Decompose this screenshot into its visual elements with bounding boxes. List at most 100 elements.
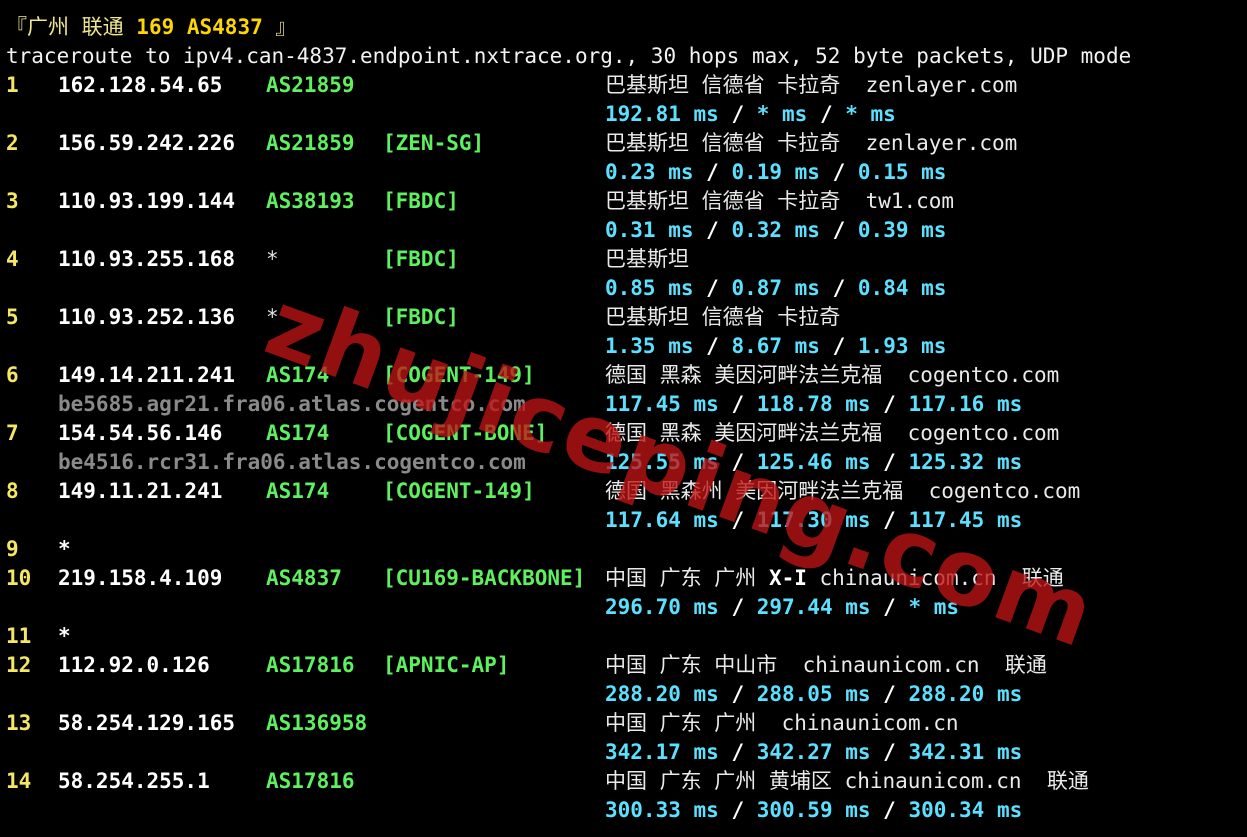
hop-number: 5 (6, 305, 19, 329)
rtt-separator: / (718, 740, 757, 764)
hop-ip: 58.254.129.165 (58, 711, 236, 735)
hop-asn: * (266, 247, 279, 271)
rtt-value: 8.67 ms (731, 334, 820, 358)
hop-number: 12 (6, 653, 32, 677)
rtt-value: 342.17 ms (605, 740, 719, 764)
rtt-value: 288.20 ms (908, 682, 1023, 706)
rtt-value: 0.32 ms (731, 218, 820, 242)
hop-ip: * (58, 537, 71, 561)
traceroute-command-line: traceroute to ipv4.can-4837.endpoint.nxt… (6, 44, 1132, 68)
rtt-value: 125.32 ms (908, 450, 1023, 474)
hop-ip: 154.54.56.146 (58, 421, 223, 445)
hop-number: 4 (6, 247, 19, 271)
rtt-separator: / (870, 682, 909, 706)
hop-asn: AS136958 (266, 711, 368, 735)
rtt-value: * ms (845, 102, 896, 126)
hop-rtt-values: 0.23 ms / 0.19 ms / 0.15 ms (605, 158, 946, 187)
rtt-value: 342.27 ms (756, 740, 871, 764)
hop-asn: AS17816 (266, 769, 355, 793)
hop-rtt-values: 0.31 ms / 0.32 ms / 0.39 ms (605, 216, 946, 245)
hop-netname-tag: [CU169-BACKBONE] (383, 566, 586, 590)
hop-geo-location: 中国 广东 广州 chinaunicom.cn (605, 709, 959, 738)
rtt-separator: / (693, 160, 732, 184)
rtt-separator: / (718, 392, 757, 416)
hop-ip: 110.93.199.144 (58, 189, 236, 213)
rtt-value: 0.23 ms (605, 160, 694, 184)
rtt-separator: / (693, 218, 732, 242)
hop-number: 13 (6, 711, 32, 735)
rtt-separator: / (693, 276, 732, 300)
hop-geo-location: 巴基斯坦 信德省 卡拉奇 zenlayer.com (605, 129, 1017, 158)
rtt-value: * ms (756, 102, 808, 126)
hop-geo-location: 巴基斯坦 (605, 245, 689, 274)
hop-netname-tag: [APNIC-AP] (383, 653, 510, 677)
rtt-value: 300.59 ms (756, 798, 871, 822)
hop-geo-location: 巴基斯坦 信德省 卡拉奇 tw1.com (605, 187, 954, 216)
rtt-separator: / (870, 392, 909, 416)
hop-rtt-values: 1.35 ms / 8.67 ms / 1.93 ms (605, 332, 946, 361)
hop-number: 9 (6, 537, 19, 561)
rtt-value: 0.85 ms (605, 276, 694, 300)
rtt-value: 118.78 ms (756, 392, 871, 416)
trace-title-prefix: 『广州 联通 (6, 15, 137, 39)
trace-title-suffix: 』 (262, 15, 297, 39)
rtt-separator: / (870, 450, 909, 474)
rtt-value: 0.87 ms (731, 276, 820, 300)
rtt-separator: / (807, 102, 846, 126)
hop-netname-tag: [ZEN-SG] (383, 131, 485, 155)
hop-asn: AS38193 (266, 189, 355, 213)
rtt-value: 300.33 ms (605, 798, 719, 822)
hop-netname-tag: [FBDC] (383, 247, 459, 271)
rtt-value: 288.20 ms (605, 682, 719, 706)
rtt-value: 0.19 ms (731, 160, 820, 184)
hop-rtt-values: 0.85 ms / 0.87 ms / 0.84 ms (605, 274, 946, 303)
hop-ip: * (58, 624, 71, 648)
hop-geo-location: 巴基斯坦 信德省 卡拉奇 zenlayer.com (605, 71, 1017, 100)
hop-geo-text: 巴基斯坦 信德省 卡拉奇 (605, 305, 841, 329)
rtt-value: 297.44 ms (756, 595, 871, 619)
rtt-value: 192.81 ms (605, 102, 719, 126)
hop-netname-tag: [COGENT-149] (383, 479, 535, 503)
hop-number: 2 (6, 131, 19, 155)
rtt-value: 342.31 ms (908, 740, 1023, 764)
rtt-separator: / (819, 276, 858, 300)
hop-geo-location: 中国 广东 中山市 chinaunicom.cn 联通 (605, 651, 1047, 680)
hop-asn: AS174 (266, 479, 330, 503)
hop-geo-text: 中国 广东 广州 chinaunicom.cn (605, 711, 959, 735)
hop-asn: AS17816 (266, 653, 355, 677)
rtt-separator: / (718, 595, 757, 619)
rtt-separator: / (870, 740, 909, 764)
hop-asn: AS174 (266, 421, 330, 445)
trace-title: 『广州 联通 169 AS4837 』 (6, 13, 296, 42)
hop-geo-text: 中国 广东 广州 (605, 566, 769, 590)
rtt-separator: / (819, 218, 858, 242)
rtt-value: 300.34 ms (908, 798, 1023, 822)
rtt-separator: / (718, 682, 757, 706)
hop-ip: 149.14.211.241 (58, 363, 236, 387)
hop-rtt-values: 192.81 ms / * ms / * ms (605, 100, 896, 129)
rtt-value: 288.05 ms (756, 682, 871, 706)
rtt-value: 296.70 ms (605, 595, 719, 619)
hop-geo-text: 德国 黑森 美因河畔法兰克福 cogentco.com (605, 363, 1060, 387)
hop-number: 7 (6, 421, 19, 445)
hop-ip: 110.93.252.136 (58, 305, 236, 329)
hop-number: 1 (6, 73, 19, 97)
hop-asn: AS21859 (266, 131, 355, 155)
rtt-value: 1.93 ms (857, 334, 947, 358)
hop-rtt-values: 288.20 ms / 288.05 ms / 288.20 ms (605, 680, 1022, 709)
rtt-separator: / (819, 334, 858, 358)
rtt-value: 1.35 ms (605, 334, 694, 358)
hop-geo-location: 中国 广东 广州 黄埔区 chinaunicom.cn 联通 (605, 767, 1089, 796)
hop-reverse-dns: be4516.rcr31.fra06.atlas.cogentco.com (58, 450, 526, 474)
hop-ip: 58.254.255.1 (58, 769, 210, 793)
hop-geo-text: 巴基斯坦 (605, 247, 689, 271)
hop-ip: 112.92.0.126 (58, 653, 210, 677)
hop-ip: 156.59.242.226 (58, 131, 236, 155)
rtt-separator: / (870, 798, 909, 822)
rtt-value: 0.31 ms (605, 218, 694, 242)
rtt-value: 0.84 ms (857, 276, 947, 300)
hop-ip: 219.158.4.109 (58, 566, 223, 590)
rtt-separator: / (718, 798, 757, 822)
hop-geo-location: 巴基斯坦 信德省 卡拉奇 (605, 303, 840, 332)
hop-ip: 110.93.255.168 (58, 247, 236, 271)
